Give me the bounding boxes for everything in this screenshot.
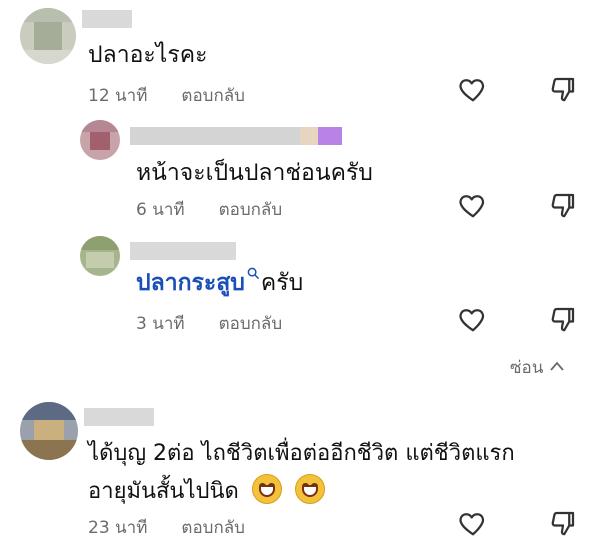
search-icon	[247, 267, 260, 280]
comment-meta: 6 นาที ตอบกลับ	[136, 196, 282, 223]
timestamp: 23 นาที	[88, 518, 148, 538]
thumbs-down-outline-icon[interactable]	[548, 74, 578, 104]
timestamp: 12 นาที	[88, 86, 148, 106]
chevron-up-icon	[550, 361, 564, 371]
thumbs-down-outline-icon[interactable]	[548, 304, 578, 334]
comment-meta: 23 นาที ตอบกลับ	[88, 514, 245, 541]
thumbs-down-outline-icon[interactable]	[548, 508, 578, 538]
tag-link[interactable]: ปลากระสูบ	[136, 270, 245, 296]
username-blurred[interactable]	[82, 10, 132, 28]
hide-replies-button[interactable]: ซ่อน	[510, 354, 565, 381]
comment-meta: 3 นาที ตอบกลับ	[136, 310, 282, 337]
thumbs-down-outline-icon[interactable]	[548, 190, 578, 220]
username-blurred[interactable]	[130, 127, 342, 145]
comment-text: หน้าจะเป็นปลาช่อนครับ	[136, 160, 373, 186]
comment-meta: 12 นาที ตอบกลับ	[88, 82, 245, 109]
reply-button[interactable]: ตอบกลับ	[181, 514, 245, 541]
avatar[interactable]	[20, 8, 76, 64]
heart-outline-icon[interactable]	[458, 190, 488, 220]
reply-button[interactable]: ตอบกลับ	[219, 196, 283, 223]
grinning-face-emoji	[294, 474, 325, 504]
avatar[interactable]	[80, 120, 120, 160]
comment-text: ปลาอะไรคะ	[88, 42, 208, 68]
heart-outline-icon[interactable]	[458, 304, 488, 334]
comment-text-suffix: ครับ	[260, 270, 304, 296]
timestamp: 6 นาที	[136, 200, 185, 220]
comment-text: อายุมันสั้นไปนิด	[88, 479, 239, 504]
heart-outline-icon[interactable]	[458, 74, 488, 104]
hide-replies-label: ซ่อน	[510, 358, 544, 378]
timestamp: 3 นาที	[136, 314, 185, 334]
grinning-face-emoji	[251, 474, 282, 504]
reply-button[interactable]: ตอบกลับ	[181, 82, 245, 109]
heart-outline-icon[interactable]	[458, 508, 488, 538]
reply-button[interactable]: ตอบกลับ	[219, 310, 283, 337]
comment-text-line-2: อายุมันสั้นไปนิด	[88, 474, 325, 509]
avatar[interactable]	[20, 402, 78, 460]
username-blurred[interactable]	[84, 408, 154, 426]
comment-text: ปลากระสูบ ครับ	[136, 266, 303, 300]
username-blurred[interactable]	[130, 242, 236, 260]
avatar[interactable]	[80, 236, 120, 276]
comment-text-line-1: ได้บุญ 2ต่อ ไถชีวิตเพื่อต่ออีกชีวิต แต่ช…	[88, 441, 515, 466]
